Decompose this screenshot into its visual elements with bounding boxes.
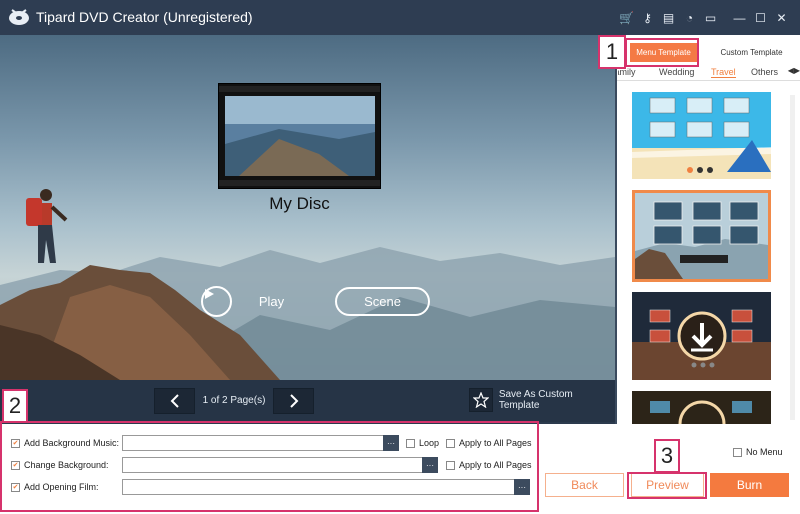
template-thumb-dark[interactable] (632, 292, 771, 380)
template-thumb-beach[interactable] (632, 92, 771, 179)
marker-box-3 (627, 472, 707, 499)
disc-title[interactable]: My Disc (218, 194, 381, 214)
register-icon[interactable]: ▤ (658, 8, 679, 28)
page-navigation: 1 of 2 Page(s) Save As Custom Template (0, 380, 615, 422)
prev-page-button[interactable] (154, 388, 195, 414)
close-icon[interactable]: ✕ (771, 8, 792, 28)
template-categories: Family Wedding Travel Others ◀▶ (617, 66, 800, 80)
no-menu-checkbox[interactable]: ✔ (733, 447, 742, 457)
marker-label-2: 2 (2, 389, 28, 423)
app-logo-icon (9, 9, 29, 25)
preview-thumbnail (218, 83, 381, 189)
marker-box-2 (0, 421, 539, 512)
menu-preview: My Disc Play Scene (0, 35, 615, 380)
tab-custom-template[interactable]: Custom Template (714, 43, 789, 62)
category-travel[interactable]: Travel (711, 66, 736, 78)
minimize-icon[interactable]: — (729, 8, 750, 28)
star-icon[interactable] (469, 388, 493, 412)
save-template-label: Save As Custom Template (498, 389, 573, 411)
template-thumb-mountain[interactable] (632, 190, 771, 282)
maximize-icon[interactable]: ☐ (750, 8, 771, 28)
play-icon[interactable] (201, 286, 232, 317)
marker-box-1 (625, 38, 699, 67)
marker-label-3: 3 (654, 439, 680, 473)
burn-button[interactable]: Burn (710, 473, 789, 497)
chevron-right-icon (289, 394, 298, 408)
no-menu-label: No Menu (746, 447, 783, 457)
category-scroll-arrows[interactable]: ◀▶ (788, 66, 800, 75)
chat-icon[interactable]: ◔ (679, 8, 700, 28)
save-custom-template-button[interactable]: Save As Custom Template (469, 388, 615, 412)
scene-button[interactable]: Scene (335, 287, 430, 316)
template-thumb-partial[interactable] (632, 391, 771, 424)
chevron-left-icon (170, 394, 179, 408)
hiker-figure (26, 189, 68, 263)
next-page-button[interactable] (273, 388, 314, 414)
back-button[interactable]: Back (545, 473, 624, 497)
play-label[interactable]: Play (250, 294, 293, 309)
category-others[interactable]: Others (751, 66, 778, 78)
app-title: Tipard DVD Creator (Unregistered) (36, 9, 253, 25)
category-wedding[interactable]: Wedding (659, 66, 694, 78)
key-icon[interactable]: ⚷ (637, 8, 658, 28)
cart-icon[interactable]: 🛒 (616, 8, 637, 28)
marker-label-1: 1 (598, 35, 626, 69)
template-panel: Menu Template Custom Template Family Wed… (615, 35, 800, 424)
no-menu-option: ✔ No Menu (733, 447, 783, 457)
title-bar: Tipard DVD Creator (Unregistered) 🛒 ⚷ ▤ … (0, 0, 800, 35)
template-scrollbar[interactable] (790, 95, 795, 420)
page-indicator: 1 of 2 Page(s) (202, 395, 266, 406)
feedback-icon[interactable]: ▭ (700, 8, 721, 28)
